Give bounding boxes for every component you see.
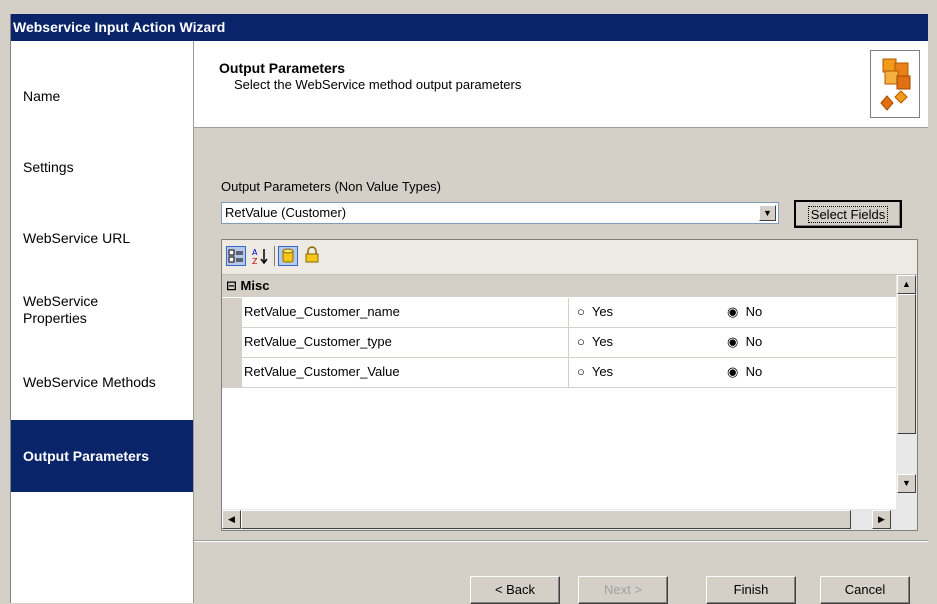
radio-yes[interactable]: ○ Yes <box>577 364 613 379</box>
cancel-button[interactable]: Cancel <box>820 576 910 604</box>
toolbar-separator <box>274 246 275 266</box>
scroll-right-icon[interactable]: ▶ <box>872 510 891 529</box>
wizard-header: Output Parameters Select the WebService … <box>194 41 928 128</box>
scroll-down-icon[interactable]: ▼ <box>897 474 916 493</box>
sidebar-item-webservice-methods[interactable]: WebService Methods <box>11 374 193 391</box>
output-parameters-label: Output Parameters (Non Value Types) <box>221 179 441 194</box>
database-icon[interactable] <box>278 246 298 266</box>
page-subtitle: Select the WebService method output para… <box>234 77 522 92</box>
radio-yes[interactable]: ○ Yes <box>577 304 613 319</box>
select-fields-label: Select Fields <box>807 206 889 223</box>
property-grid: AZ ⊟ Misc RetValue_Customer_name ○ Yes ◉… <box>221 239 918 531</box>
vertical-scrollbar[interactable]: ▲ ▼ <box>896 275 917 530</box>
sidebar-item-settings[interactable]: Settings <box>11 159 193 176</box>
property-name: RetValue_Customer_type <box>244 334 392 349</box>
sidebar-item-webservice-url[interactable]: WebService URL <box>11 230 193 247</box>
property-grid-toolbar: AZ <box>222 240 917 275</box>
table-row[interactable]: RetValue_Customer_type ○ Yes ◉ No <box>222 328 896 358</box>
collapse-icon[interactable]: ⊟ <box>222 278 237 293</box>
radio-no[interactable]: ◉ No <box>727 304 762 320</box>
finish-button[interactable]: Finish <box>706 576 796 604</box>
radio-no[interactable]: ◉ No <box>727 364 762 380</box>
categorized-icon[interactable] <box>226 246 246 266</box>
table-row[interactable]: RetValue_Customer_Value ○ Yes ◉ No <box>222 358 896 388</box>
category-label: Misc <box>240 278 270 293</box>
svg-text:A: A <box>252 248 258 257</box>
page-title: Output Parameters <box>219 60 346 76</box>
property-name: RetValue_Customer_Value <box>244 364 400 379</box>
horizontal-scroll-thumb[interactable] <box>241 510 851 529</box>
select-fields-button[interactable]: Select Fields <box>794 200 902 228</box>
window-title: Webservice Input Action Wizard <box>11 14 928 41</box>
sidebar-item-output-parameters[interactable]: Output Parameters <box>11 420 193 492</box>
footer-divider <box>194 540 928 542</box>
wizard-content: Output Parameters (Non Value Types) RetV… <box>194 128 928 604</box>
radio-no[interactable]: ◉ No <box>727 334 762 350</box>
table-row[interactable]: RetValue_Customer_name ○ Yes ◉ No <box>222 298 896 328</box>
wizard-sidebar: Name Settings WebService URL WebService … <box>11 41 194 603</box>
lock-icon[interactable] <box>302 246 322 266</box>
wizard-window: Webservice Input Action Wizard Name Sett… <box>10 14 928 604</box>
scroll-up-icon[interactable]: ▲ <box>897 275 916 294</box>
horizontal-scrollbar[interactable]: ◀ ▶ <box>222 509 896 530</box>
radio-yes[interactable]: ○ Yes <box>577 334 613 349</box>
cubes-icon <box>870 50 920 118</box>
svg-text:Z: Z <box>252 257 258 266</box>
next-button[interactable]: Next > <box>578 576 668 604</box>
vertical-scroll-thumb[interactable] <box>897 294 916 434</box>
chevron-down-icon[interactable]: ▼ <box>759 205 776 221</box>
sidebar-item-webservice-properties[interactable]: WebService Properties <box>11 293 161 327</box>
property-name: RetValue_Customer_name <box>244 304 400 319</box>
category-row[interactable]: ⊟ Misc <box>222 275 896 297</box>
output-parameters-combo-value: RetValue (Customer) <box>225 205 347 220</box>
scroll-left-icon[interactable]: ◀ <box>222 510 241 529</box>
alphabetical-sort-icon[interactable]: AZ <box>250 246 270 266</box>
output-parameters-combo[interactable]: RetValue (Customer) ▼ <box>221 202 779 224</box>
sidebar-item-name[interactable]: Name <box>11 88 193 105</box>
back-button[interactable]: < Back <box>470 576 560 604</box>
property-grid-body: ⊟ Misc RetValue_Customer_name ○ Yes ◉ No… <box>222 275 896 507</box>
